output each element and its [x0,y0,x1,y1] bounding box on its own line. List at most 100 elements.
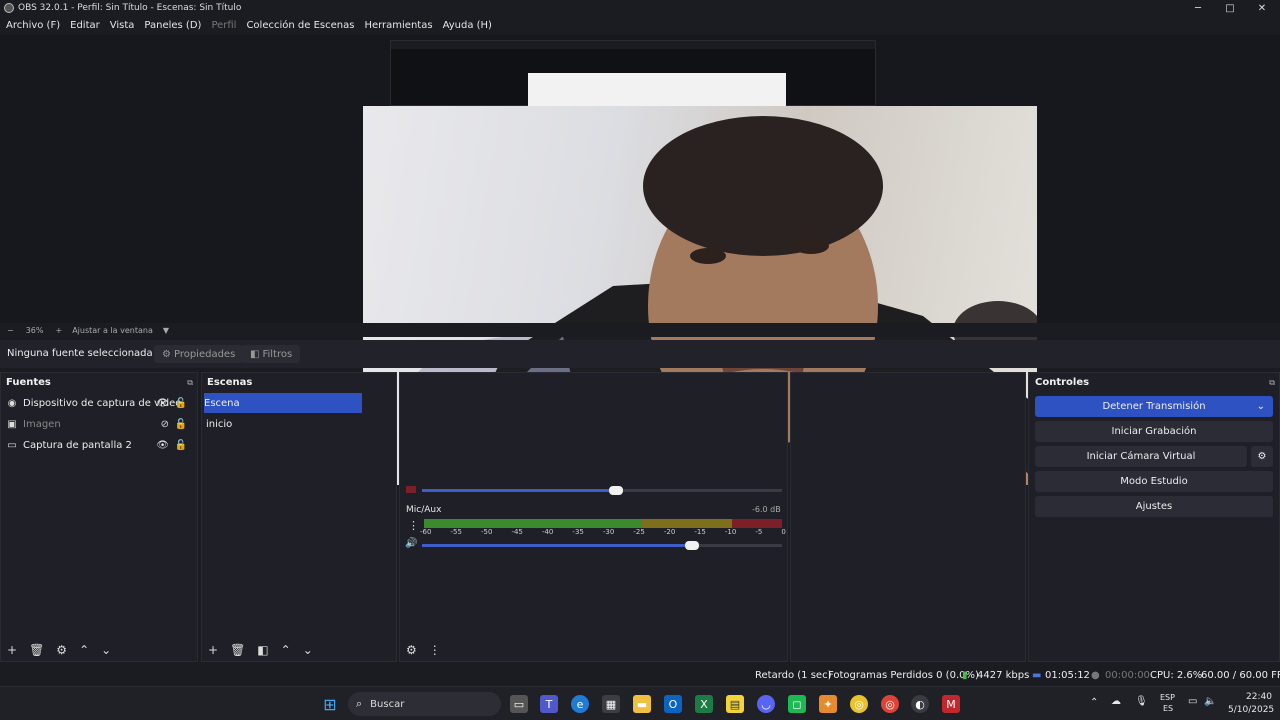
window-title: OBS 32.0.1 - Perfil: Sin Título - Escena… [18,3,242,13]
up-icon[interactable]: ⌃ [281,643,291,657]
source-label: Imagen [23,418,61,430]
menu-ayuda[interactable]: Ayuda (H) [443,20,492,31]
chrome-profile-icon[interactable]: ◎ [881,695,899,713]
no-source-label: Ninguna fuente seleccionada [7,348,153,359]
zoom-out-button[interactable]: − [7,326,14,335]
menu-paneles[interactable]: Paneles (D) [144,20,201,31]
chevron-down-icon[interactable]: ⌄ [1257,401,1265,412]
zoom-in-button[interactable]: + [55,326,62,335]
mic-menu-dots-icon[interactable]: ⋮ [408,519,419,532]
windows-taskbar: ⊞ ⌕ Buscar ▭ T e ▦ ▬ O X ▤ ◡ ◻ ✦ ◎ ◎ ◐ M… [0,686,1280,720]
network-icon[interactable]: ▭ [1188,696,1197,707]
menu-coleccion-escenas[interactable]: Colección de Escenas [246,20,354,31]
settings-button[interactable]: Ajustes [1035,496,1273,517]
source-label: Captura de pantalla 2 [23,439,132,451]
trash-icon[interactable]: 🗑 [29,643,44,657]
onedrive-icon[interactable]: ☁ [1111,696,1121,707]
add-icon[interactable]: + [208,643,218,657]
start-virtual-camera-button[interactable]: Iniciar Cámara Virtual [1035,446,1247,467]
teams-icon[interactable]: T [540,695,558,713]
keyboard-layout[interactable]: ES [1163,704,1173,713]
meter-tick-label: -20 [663,528,676,536]
mute-indicator [406,486,416,493]
scene-item[interactable]: inicio [206,414,392,434]
edge-icon[interactable]: e [571,695,589,713]
virtual-camera-settings-button[interactable]: ⚙ [1251,446,1273,467]
taskbar-search[interactable]: ⌕ Buscar [348,692,501,716]
undock-icon[interactable]: ⧉ [187,378,193,388]
mic-volume-knob[interactable] [685,541,699,550]
copilot-icon[interactable]: ✦ [819,695,837,713]
language-code[interactable]: ESP [1160,693,1175,702]
gear-icon: ⚙ [1257,451,1267,462]
menu-dots-icon[interactable]: ⋮ [429,643,441,657]
mic-volume-fill [422,544,692,547]
meter-tick-label: -10 [724,528,737,536]
studio-mode-button[interactable]: Modo Estudio [1035,471,1273,492]
menu-vista[interactable]: Vista [110,20,135,31]
menu-editar[interactable]: Editar [70,20,100,31]
filters-label: Filtros [262,348,293,360]
start-recording-button[interactable]: Iniciar Grabación [1035,421,1273,442]
eye-icon[interactable]: 👁 [156,398,169,409]
clock-date[interactable]: 5/10/2025 [1228,705,1274,715]
chrome-icon[interactable]: ◎ [850,695,868,713]
excel-icon[interactable]: X [695,695,713,713]
source-item[interactable]: ◉ Dispositivo de captura de video 👁 🔓 [5,393,193,413]
dropped-frames-status: Fotogramas Perdidos 0 (0.0%) [828,670,979,681]
minimize-button[interactable]: ─ [1182,0,1214,16]
add-icon[interactable]: + [7,643,17,657]
bitrate-status: 4427 kbps [977,670,1030,681]
volume-slider[interactable] [422,486,782,495]
lock-icon[interactable]: 🔓 [175,419,187,430]
windows-start-icon[interactable]: ⊞ [321,695,339,714]
properties-button[interactable]: ⚙ Propiedades [154,345,244,363]
meter-tick-label: -50 [480,528,493,536]
eye-icon[interactable]: 👁 [156,440,169,451]
stop-streaming-button[interactable]: Detener Transmisión ⌄ [1035,396,1273,417]
audio-mixer-dock: ⚙ ⋮ [399,372,788,662]
filters-button[interactable]: ◧ Filtros [242,345,301,363]
down-icon[interactable]: ⌄ [303,643,313,657]
source-item[interactable]: ▣ Imagen ⊘ 🔓 [5,414,193,434]
lock-icon[interactable]: 🔓 [175,440,187,451]
chat-app-icon[interactable]: ◻ [788,695,806,713]
up-icon[interactable]: ⌃ [79,643,89,657]
source-item[interactable]: ▭ Captura de pantalla 2 👁 🔓 [5,435,193,455]
sticky-notes-icon[interactable]: ▤ [726,695,744,713]
microphone-icon[interactable]: 🎙 [1135,696,1148,707]
clock-time[interactable]: 22:40 [1246,692,1272,702]
undock-icon[interactable]: ⧉ [1269,378,1275,388]
zoom-dropdown-icon[interactable]: ▼ [163,326,169,335]
obs-taskbar-icon[interactable]: ◐ [911,695,929,713]
scene-item[interactable]: Escena [204,393,362,413]
context-bar: Ninguna fuente seleccionada ⚙ Propiedade… [0,340,1280,368]
lock-icon[interactable]: 🔓 [175,398,187,409]
chevron-up-icon[interactable]: ⌃ [1090,697,1098,708]
outlook-icon[interactable]: O [664,695,682,713]
menu-archivo[interactable]: Archivo (F) [6,20,60,31]
controls-dock: Controles ⧉ Detener Transmisión ⌄ Inicia… [1028,372,1280,662]
close-button[interactable]: ✕ [1246,0,1278,16]
gear-icon[interactable]: ⚙ [56,643,67,657]
volume-knob[interactable] [609,486,624,495]
maximize-button[interactable]: □ [1214,0,1246,16]
discord-icon[interactable]: ◡ [757,695,775,713]
store-icon[interactable]: ▦ [602,695,620,713]
down-icon[interactable]: ⌄ [101,643,111,657]
speaker-icon[interactable]: 🔊 [405,538,417,549]
trash-icon[interactable]: 🗑 [230,643,245,657]
file-explorer-icon[interactable]: ▬ [633,695,651,713]
volume-icon[interactable]: 🔈 [1204,696,1216,707]
eye-off-icon[interactable]: ⊘ [161,419,169,430]
menu-herramientas[interactable]: Herramientas [364,20,432,31]
status-bar: Retardo (1 sec) Fotogramas Perdidos 0 (0… [0,666,1280,686]
menu-perfil[interactable]: Perfil [211,20,236,31]
advanced-audio-icon[interactable]: ⚙ [406,643,417,657]
scene-filter-icon[interactable]: ◧ [257,643,268,657]
zoom-level: 36% [25,325,44,335]
mcafee-icon[interactable]: M [942,695,960,713]
mic-volume-slider[interactable] [422,541,782,550]
fit-window-label[interactable]: Ajustar a la ventana [72,326,153,335]
task-view-icon[interactable]: ▭ [510,695,528,713]
